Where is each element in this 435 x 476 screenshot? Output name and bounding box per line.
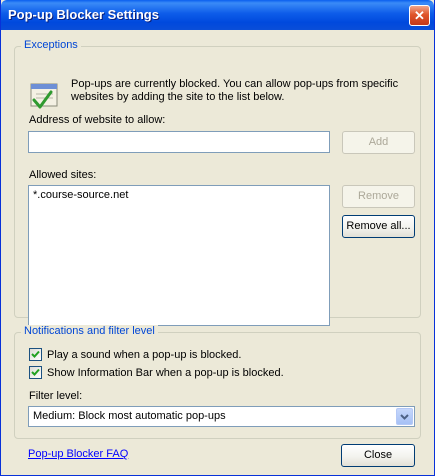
website-address-input[interactable] (28, 131, 330, 153)
play-sound-checkbox[interactable] (29, 348, 42, 361)
popup-blocker-settings-window: Pop-up Blocker Settings ✕ Exceptions Pop… (0, 0, 435, 476)
title-bar[interactable]: Pop-up Blocker Settings ✕ (1, 0, 434, 30)
checkmark-icon (31, 368, 40, 376)
allowed-sites-list[interactable]: *.course-source.net (28, 185, 330, 326)
filter-level-value: Medium: Block most automatic pop-ups (33, 410, 226, 422)
exceptions-legend: Exceptions (21, 39, 81, 51)
chevron-down-icon (400, 414, 409, 420)
allowed-sites-label: Allowed sites: (29, 169, 97, 181)
dialog-body: Exceptions Pop-ups are currently blocked… (4, 30, 431, 473)
remove-all-button[interactable]: Remove all... (342, 215, 415, 238)
info-bar-checkbox[interactable] (29, 366, 42, 379)
close-window-button[interactable]: ✕ (409, 5, 430, 26)
info-bar-label: Show Information Bar when a pop-up is bl… (47, 367, 284, 379)
allowed-site-item[interactable]: *.course-source.net (33, 188, 325, 202)
exceptions-group: Exceptions Pop-ups are currently blocked… (14, 39, 421, 326)
close-button[interactable]: Close (341, 444, 415, 467)
filter-level-label: Filter level: (29, 390, 83, 402)
notifications-group: Notifications and filter level Play a so… (14, 325, 421, 439)
shield-checkmark-icon (30, 83, 58, 109)
dropdown-arrow-button[interactable] (396, 408, 413, 425)
filter-level-select[interactable]: Medium: Block most automatic pop-ups (28, 406, 415, 427)
close-icon: ✕ (414, 8, 425, 23)
play-sound-label: Play a sound when a pop-up is blocked. (47, 349, 242, 361)
exceptions-info-text: Pop-ups are currently blocked. You can a… (71, 78, 399, 103)
address-label: Address of website to allow: (29, 114, 166, 126)
window-title: Pop-up Blocker Settings (8, 7, 159, 22)
remove-button[interactable]: Remove (342, 185, 415, 208)
faq-link[interactable]: Pop-up Blocker FAQ (28, 448, 128, 460)
notifications-legend: Notifications and filter level (21, 325, 158, 337)
add-button[interactable]: Add (342, 131, 415, 154)
checkmark-icon (31, 350, 40, 358)
